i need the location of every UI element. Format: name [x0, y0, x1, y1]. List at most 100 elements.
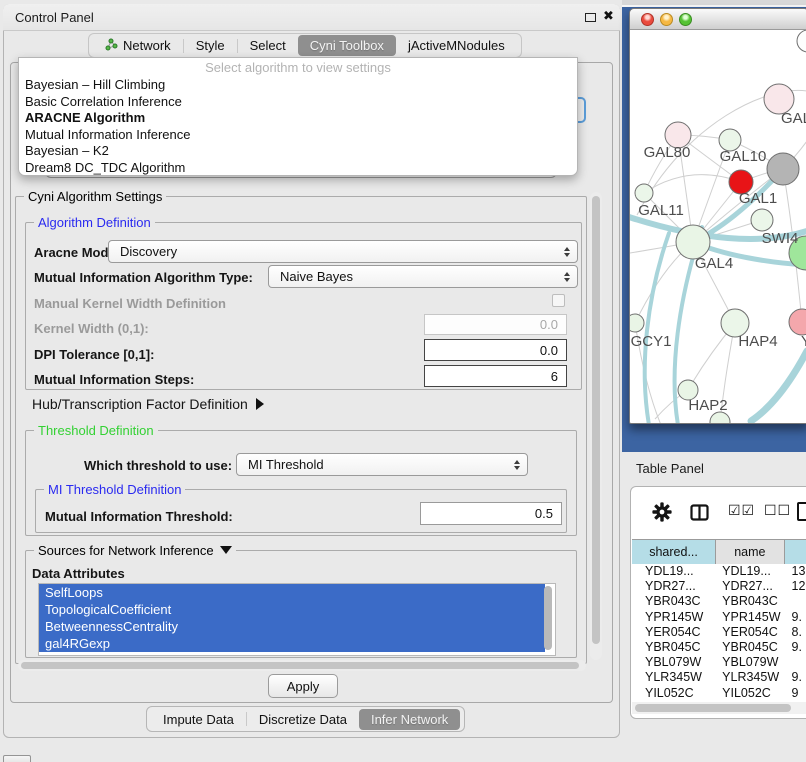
network-view-window[interactable]: GALGAL80GAL10GAL1GAL11GAL4SWI4GCY1HAP4YH…	[629, 8, 806, 424]
tab-cyni-toolbox[interactable]: Cyni Toolbox	[298, 35, 396, 56]
algorithm-option[interactable]: Bayesian – Hill Climbing	[19, 77, 577, 94]
gear-icon[interactable]	[652, 502, 672, 527]
network-node[interactable]	[635, 184, 653, 202]
settings-horizontal-scrollbar[interactable]	[18, 660, 586, 671]
hub-definition-expander[interactable]: Hub/Transcription Factor Definition	[32, 396, 264, 412]
tab-discretize-data[interactable]: Discretize Data	[247, 709, 359, 730]
table-cell: YBR045C	[716, 640, 784, 655]
network-node[interactable]	[630, 314, 644, 332]
node-label: HAP4	[738, 333, 777, 350]
table-row[interactable]: YIL052CYIL052C9	[632, 686, 806, 701]
settings-horizontal-scrollbar-thumb[interactable]	[21, 662, 579, 669]
network-window-titlebar[interactable]	[630, 9, 806, 30]
attribute-list-item[interactable]: BetweennessCentrality	[39, 618, 545, 635]
algorithm-option[interactable]: ARACNE Algorithm	[19, 110, 577, 127]
attribute-list-item[interactable]: SelfLoops	[39, 584, 545, 601]
select-all-checkboxes-icon[interactable]: ☑☑	[728, 503, 755, 519]
mi-steps-field[interactable]: 6	[424, 365, 567, 387]
control-panel-titlebar[interactable]	[3, 4, 620, 31]
minimize-traffic-light-icon[interactable]	[660, 13, 673, 26]
tab-jactivemnodules[interactable]: jActiveMNodules	[396, 35, 517, 56]
close-icon[interactable]: ✖	[603, 8, 614, 24]
table-row[interactable]: YLR345WYLR345W9.	[632, 670, 806, 685]
network-node[interactable]	[797, 30, 806, 52]
node-label: GCY1	[631, 333, 672, 350]
settings-vertical-scrollbar[interactable]	[590, 192, 602, 660]
table-horizontal-scrollbar-thumb[interactable]	[635, 704, 791, 712]
new-column-icon[interactable]	[797, 502, 806, 521]
tab-jactivemnodules-label: jActiveMNodules	[408, 38, 505, 53]
apply-button[interactable]: Apply	[268, 674, 338, 698]
network-node[interactable]	[676, 225, 710, 259]
tab-select[interactable]: Select	[238, 35, 298, 56]
table-row[interactable]: YBR045CYBR045C9.	[632, 640, 806, 655]
sources-legend[interactable]: Sources for Network Inference	[34, 543, 236, 558]
table-cell: 12	[785, 579, 806, 594]
algorithm-option[interactable]: Basic Correlation Inference	[19, 94, 577, 111]
node-label: GAL10	[720, 148, 767, 165]
tab-infer-network-label: Infer Network	[371, 712, 448, 727]
tab-network[interactable]: Network	[93, 35, 183, 57]
table-cell: YDR27...	[716, 579, 784, 594]
algorithm-option[interactable]: Bayesian – K2	[19, 143, 577, 160]
corner-mini-button[interactable]	[3, 755, 31, 762]
mi-type-combo[interactable]: Naive Bayes	[268, 265, 578, 288]
network-node[interactable]	[789, 309, 806, 335]
settings-vertical-scrollbar-thumb[interactable]	[592, 196, 600, 644]
zoom-traffic-light-icon[interactable]	[679, 13, 692, 26]
table-cell: 9.	[785, 640, 806, 655]
tab-cyni-toolbox-label: Cyni Toolbox	[310, 38, 384, 53]
table-cell: YLR345W	[632, 670, 716, 685]
which-threshold-combo[interactable]: MI Threshold	[236, 453, 528, 476]
float-window-icon[interactable]	[585, 13, 596, 22]
kernel-width-field[interactable]: 0.0	[424, 314, 567, 335]
mi-threshold-field[interactable]: 0.5	[420, 502, 562, 525]
close-traffic-light-icon[interactable]	[641, 13, 654, 26]
table-cell: YBR043C	[716, 594, 784, 609]
table-row[interactable]: YBR043CYBR043C	[632, 594, 806, 609]
table-cell	[785, 594, 806, 609]
table-row[interactable]: YER054CYER054C8.	[632, 625, 806, 640]
table-cell: YBR043C	[632, 594, 716, 609]
mi-type-label: Mutual Information Algorithm Type:	[34, 270, 253, 285]
table-cell: 13	[785, 564, 806, 579]
algorithm-option[interactable]: Dream8 DC_TDC Algorithm	[19, 160, 577, 177]
tab-infer-network[interactable]: Infer Network	[359, 709, 460, 730]
network-graph[interactable]: GALGAL80GAL10GAL1GAL11GAL4SWI4GCY1HAP4YH…	[630, 30, 806, 424]
node-label: Y	[801, 333, 806, 350]
algorithm-option[interactable]: Mutual Information Inference	[19, 127, 577, 144]
data-attributes-list[interactable]: SelfLoopsTopologicalCoefficientBetweenne…	[38, 583, 556, 656]
aracne-mode-combo[interactable]: Discovery	[108, 240, 578, 263]
network-node[interactable]	[767, 153, 799, 185]
tab-impute-data[interactable]: Impute Data	[151, 709, 246, 730]
tab-style[interactable]: Style	[184, 35, 237, 56]
table-cell: 8.	[785, 625, 806, 640]
tab-discretize-data-label: Discretize Data	[259, 712, 347, 727]
columns-icon[interactable]	[690, 504, 709, 526]
aracne-mode-value: Discovery	[120, 244, 177, 259]
table-horizontal-scrollbar[interactable]	[632, 702, 806, 714]
network-node[interactable]	[751, 209, 773, 231]
tab-network-label: Network	[123, 38, 171, 53]
table-row[interactable]: YBL079WYBL079W	[632, 655, 806, 670]
mi-steps-label: Mutual Information Steps:	[34, 372, 194, 387]
mi-threshold-definition-legend: MI Threshold Definition	[44, 482, 185, 497]
algorithm-dropdown-popup: Select algorithm to view settings Bayesi…	[18, 57, 578, 176]
column-header-name[interactable]: name	[716, 540, 784, 565]
attribute-list-item[interactable]: gal4RGexp	[39, 635, 545, 652]
table-cell: 9.	[785, 670, 806, 685]
table-cell: YLR345W	[716, 670, 784, 685]
column-header-shared-name[interactable]: shared...	[632, 540, 716, 565]
table-row[interactable]: YDR27...YDR27...12	[632, 579, 806, 594]
table-row[interactable]: YDL19...YDL19...13	[632, 564, 806, 579]
attribute-list-item[interactable]: TopologicalCoefficient	[39, 601, 545, 618]
dpi-tolerance-field[interactable]: 0.0	[424, 339, 567, 361]
sources-legend-label: Sources for Network Inference	[38, 543, 214, 558]
manual-kernel-checkbox[interactable]	[552, 294, 565, 307]
algorithm-option-list: Bayesian – Hill ClimbingBasic Correlatio…	[19, 77, 577, 176]
attributes-scrollbar-thumb[interactable]	[544, 586, 552, 650]
deselect-all-checkboxes-icon[interactable]: ☐☐	[764, 503, 791, 519]
threshold-definition-legend: Threshold Definition	[34, 423, 158, 438]
table-row[interactable]: YPR145WYPR145W9.	[632, 610, 806, 625]
column-header-clipped[interactable]	[785, 540, 806, 565]
